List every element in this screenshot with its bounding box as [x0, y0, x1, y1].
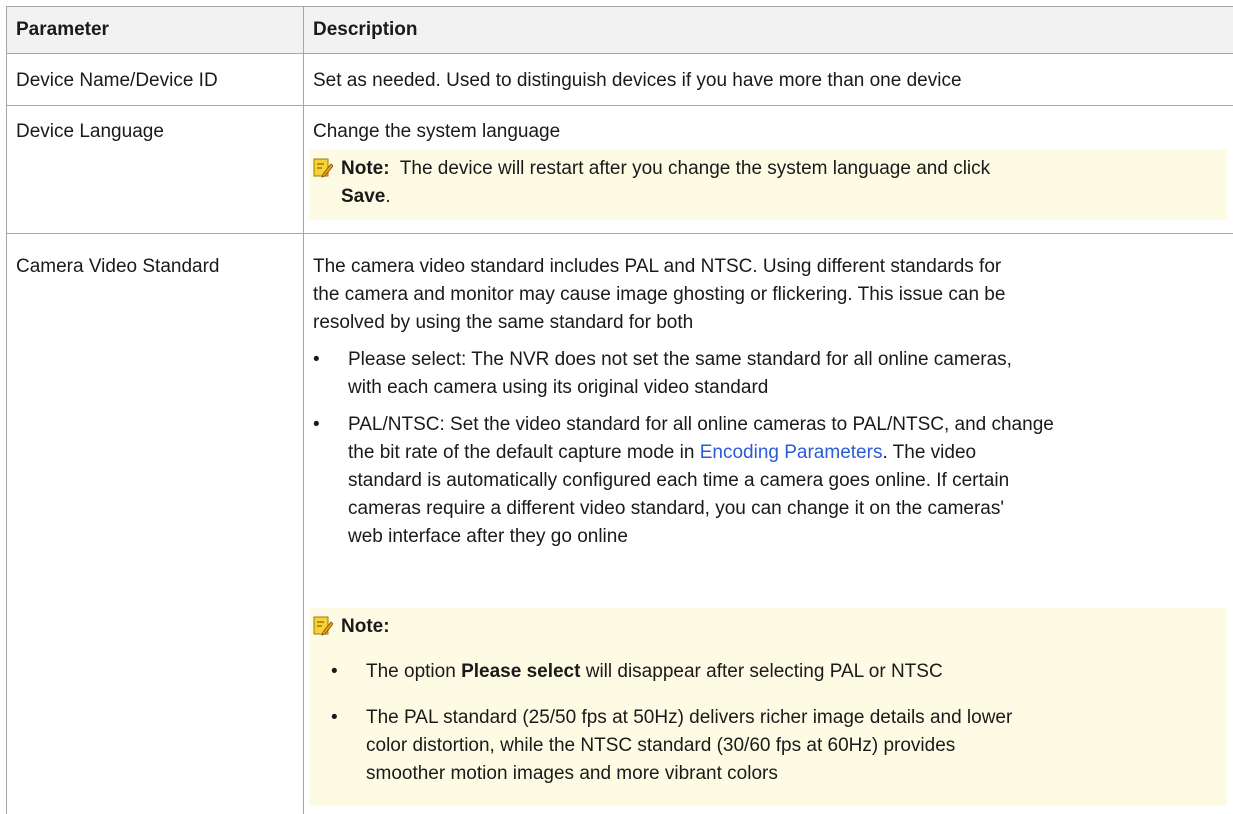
- note-bullet-part: will disappear after selecting PAL or NT…: [580, 661, 943, 682]
- table-header: Parameter Description: [6, 6, 1233, 54]
- row-divider: [6, 233, 1233, 234]
- bullet-text: PAL/NTSC: Set the video standard for all…: [348, 414, 1054, 435]
- note-label: Note:: [341, 613, 390, 641]
- bullet-text-part: the bit rate of the default capture mode…: [348, 442, 700, 463]
- row2-description: Change the system language: [313, 121, 561, 142]
- bullet-text-part: . The video: [882, 442, 977, 463]
- row3-parameter: Camera Video Standard: [16, 256, 220, 277]
- column-divider: [303, 6, 304, 814]
- note-box: Note: The device will restart after you …: [309, 150, 1227, 220]
- note-pencil-icon: [313, 158, 333, 178]
- row-divider: [6, 105, 1233, 106]
- row3-description-line: The camera video standard includes PAL a…: [313, 256, 1002, 277]
- bullet-icon: •: [331, 707, 338, 728]
- header-parameter: Parameter: [16, 19, 109, 40]
- row1-description: Set as needed. Used to distinguish devic…: [313, 70, 962, 91]
- note-bullet-bold: Please select: [461, 661, 581, 682]
- note-box: Note: • The option Please select will di…: [309, 608, 1227, 806]
- bullet-icon: •: [313, 414, 320, 435]
- row3-description-line: the camera and monitor may cause image g…: [313, 284, 1006, 305]
- note-body: The device will restart after you change…: [399, 158, 991, 179]
- row1-parameter: Device Name/Device ID: [16, 70, 218, 91]
- bullet-text: the bit rate of the default capture mode…: [348, 439, 976, 467]
- row2-parameter: Device Language: [16, 121, 164, 142]
- bullet-text: with each camera using its original vide…: [348, 377, 769, 398]
- encoding-parameters-link[interactable]: Encoding Parameters: [700, 442, 883, 463]
- note-label: Note:: [341, 158, 390, 179]
- note-save: Save: [341, 186, 386, 207]
- table-left-border: [6, 6, 7, 814]
- note-period: .: [385, 186, 391, 207]
- note-label-text: Note:: [341, 616, 390, 637]
- bullet-text: Please select: The NVR does not set the …: [348, 349, 1012, 370]
- note-pencil-icon: [313, 616, 333, 636]
- bullet-text: web interface after they go online: [348, 526, 628, 547]
- bullet-icon: •: [313, 349, 320, 370]
- note-bullet-text: color distortion, while the NTSC standar…: [366, 735, 956, 756]
- row3-description-line: resolved by using the same standard for …: [313, 312, 694, 333]
- note-bullet-text: The PAL standard (25/50 fps at 50Hz) del…: [366, 707, 1013, 728]
- note-bullet-text: The option Please select will disappear …: [366, 658, 943, 686]
- note-bullet-part: The option: [366, 661, 462, 682]
- bullet-text: standard is automatically configured eac…: [348, 470, 1010, 491]
- note-text: Note: The device will restart after you …: [341, 155, 1221, 211]
- note-bullet-text: smoother motion images and more vibrant …: [366, 763, 778, 784]
- header-description: Description: [313, 19, 418, 40]
- bullet-text: cameras require a different video standa…: [348, 498, 1004, 519]
- bullet-icon: •: [331, 661, 338, 682]
